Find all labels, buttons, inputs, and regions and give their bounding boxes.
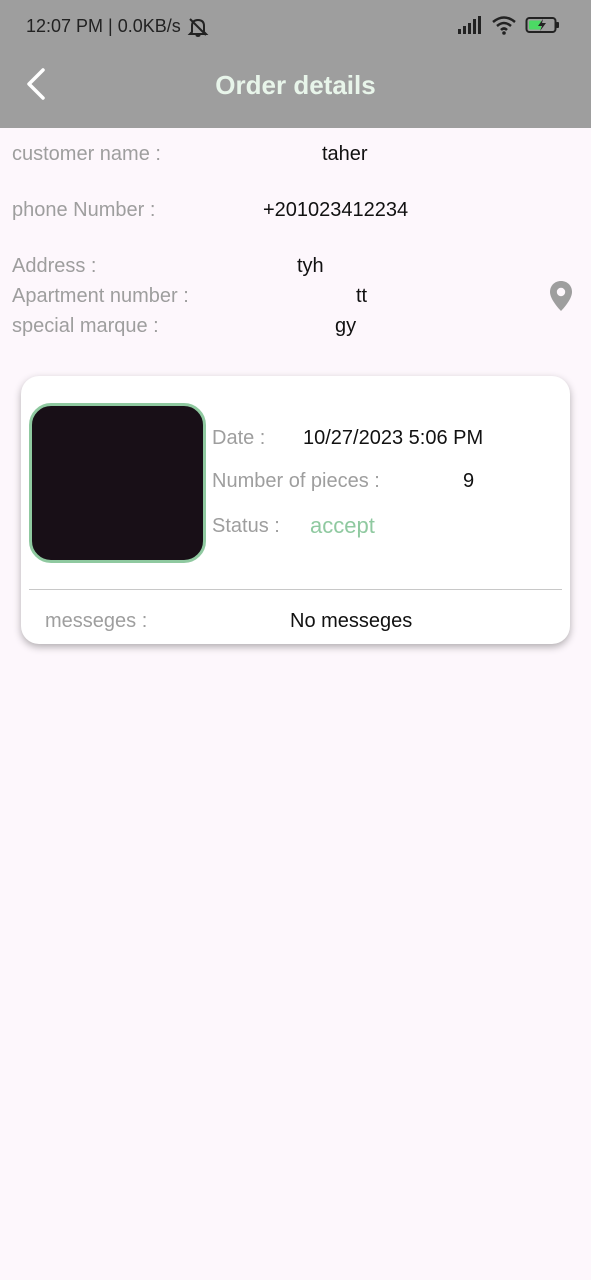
address-label: Address : [12, 255, 97, 277]
card-divider [29, 589, 562, 590]
order-card[interactable]: Date : 10/27/2023 5:06 PM Number of piec… [21, 376, 570, 644]
apartment-number-label: Apartment number : [12, 285, 189, 307]
location-button[interactable] [547, 280, 575, 317]
map-pin-icon [549, 280, 573, 317]
page-title: Order details [215, 70, 376, 100]
status-value: accept [310, 513, 375, 538]
date-value: 10/27/2023 5:06 PM [303, 427, 484, 449]
bell-off-icon [187, 16, 209, 43]
special-marque-label: special marque : [12, 315, 159, 337]
signal-icon [457, 15, 483, 40]
battery-charging-icon [525, 15, 561, 40]
app-bar: 12:07 PM | 0.0KB/s Order details [0, 0, 591, 128]
special-marque-value: gy [335, 315, 357, 337]
status-label: Status : [212, 515, 280, 537]
pieces-value: 9 [463, 470, 475, 492]
status-time: 12:07 PM | 0.0KB/s [26, 16, 181, 36]
order-image [29, 403, 206, 563]
phone-number-label: phone Number : [12, 199, 156, 221]
customer-name-value: taher [322, 143, 368, 165]
apartment-number-value: tt [356, 285, 368, 307]
status-bar: 12:07 PM | 0.0KB/s [0, 0, 591, 56]
customer-name-label: customer name : [12, 143, 161, 165]
phone-number-value: +201023412234 [263, 199, 409, 221]
pieces-label: Number of pieces : [212, 470, 380, 492]
messages-label: messeges : [45, 610, 148, 632]
date-label: Date : [212, 427, 266, 449]
wifi-icon [491, 15, 517, 40]
status-icons [457, 15, 561, 40]
messages-value: No messeges [290, 610, 413, 632]
address-value: tyh [297, 255, 324, 277]
